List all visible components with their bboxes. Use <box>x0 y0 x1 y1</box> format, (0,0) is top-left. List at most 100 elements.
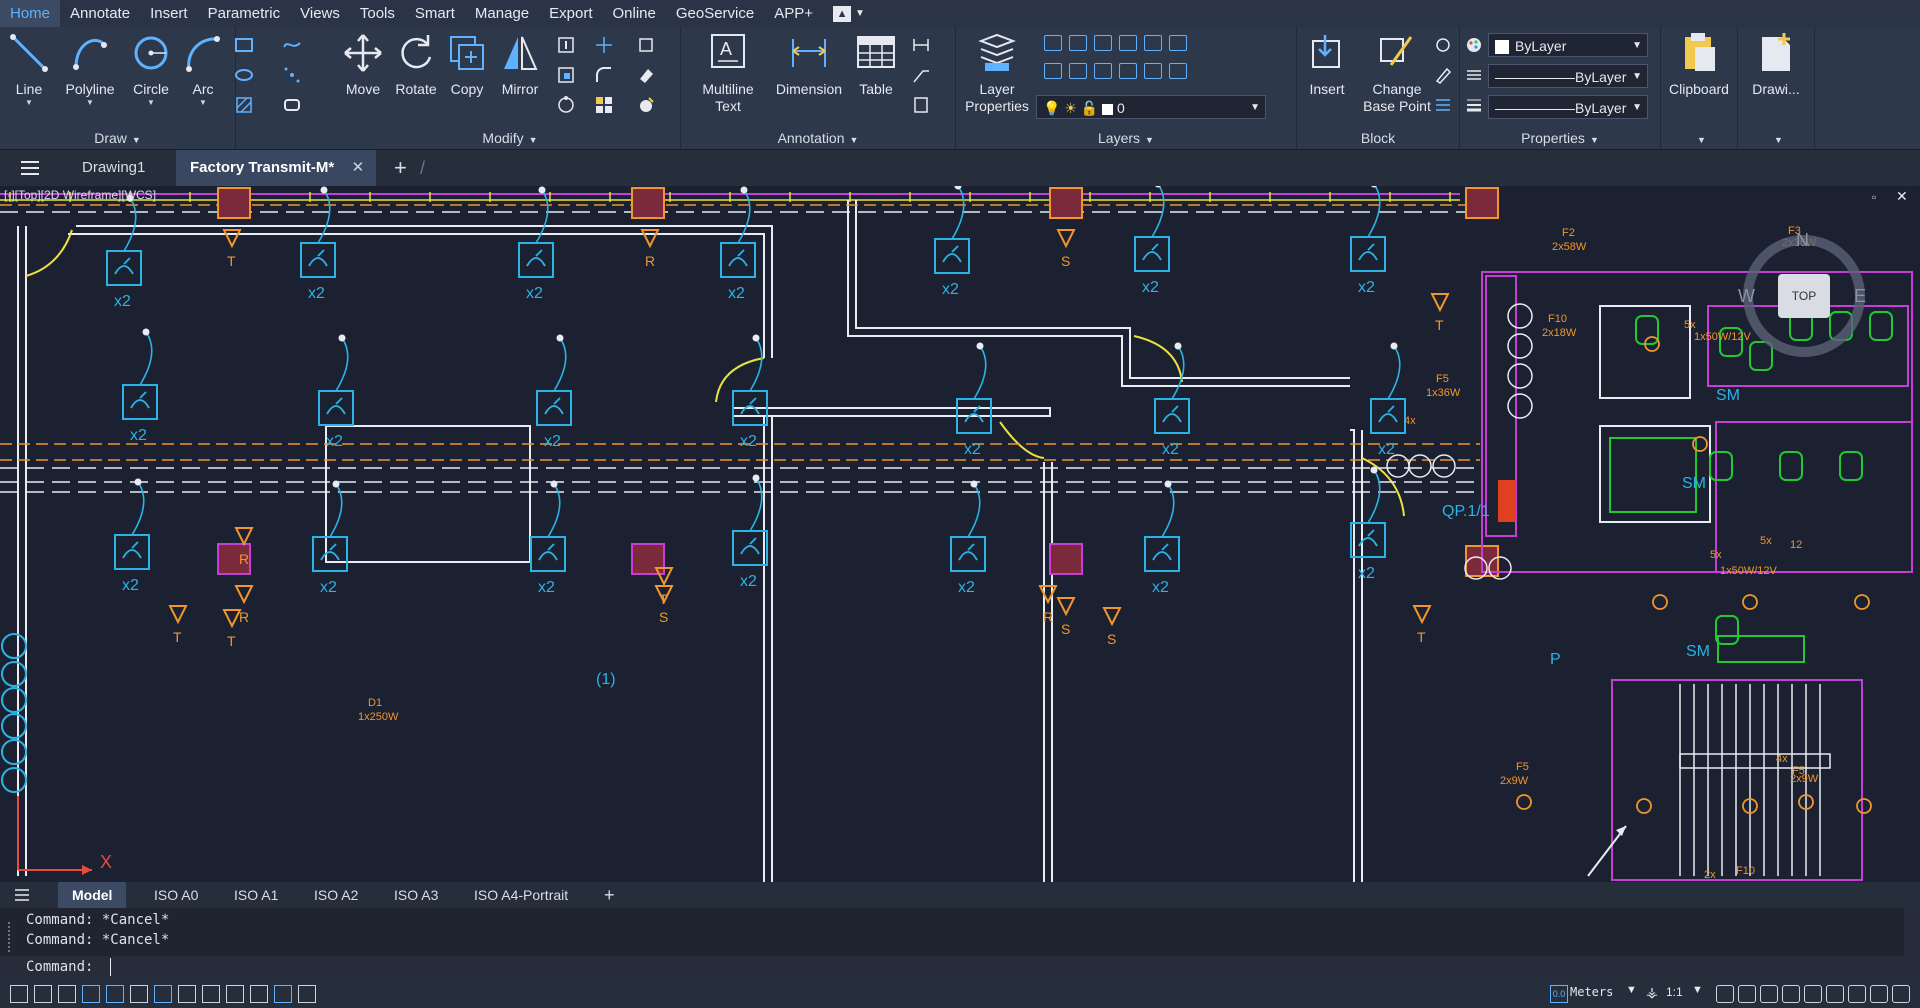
customize-icon[interactable] <box>1892 985 1910 1003</box>
color-wheel-icon[interactable] <box>1464 35 1484 55</box>
layer-isolate-icon[interactable] <box>1069 35 1087 51</box>
osnap-tracking-icon[interactable] <box>130 985 148 1003</box>
rectangle-icon[interactable] <box>234 35 254 55</box>
tab-parametric[interactable]: Parametric <box>198 0 291 27</box>
tab-geoservice[interactable]: GeoService <box>666 0 764 27</box>
tab-annotate[interactable]: Annotate <box>60 0 140 27</box>
erase-icon[interactable] <box>636 65 656 85</box>
leader-icon[interactable] <box>911 65 931 85</box>
scale-chevron-icon[interactable]: ▼ <box>1692 984 1703 996</box>
fullscreen-icon[interactable] <box>1870 985 1888 1003</box>
command-line-grip[interactable] <box>8 922 16 952</box>
linear-dimension-icon[interactable] <box>911 35 931 55</box>
color-dropdown[interactable]: ByLayer ▼ <box>1488 33 1648 57</box>
layer-properties-button[interactable]: Layer Properties <box>960 31 1034 115</box>
viewcube-west[interactable]: W <box>1738 286 1755 307</box>
edit-block-icon[interactable] <box>1433 65 1453 85</box>
layout-tab-model[interactable]: Model <box>58 882 127 908</box>
properties-panel-title[interactable]: Properties ▼ <box>1460 127 1660 149</box>
annotation-panel-title[interactable]: Annotation ▼ <box>681 127 955 149</box>
viewport-restore-icon[interactable]: ▫ <box>1872 190 1876 204</box>
layout-tab-iso-a0[interactable]: ISO A0 <box>140 882 212 908</box>
tab-manage[interactable]: Manage <box>465 0 539 27</box>
spline-icon[interactable] <box>282 35 302 55</box>
hamburger-menu-icon[interactable] <box>20 159 40 177</box>
mirror-tool-button[interactable]: Mirror <box>494 31 546 98</box>
auto-scale-icon[interactable] <box>1738 985 1756 1003</box>
multiline-text-button[interactable]: A Multiline Text <box>693 31 763 115</box>
annotation-visibility-icon[interactable] <box>1716 985 1734 1003</box>
copy-tool-button[interactable]: Copy <box>444 31 490 98</box>
scale-icon[interactable] <box>556 65 576 85</box>
drawing-expand[interactable]: ▼ <box>1738 127 1814 149</box>
isometric-icon[interactable] <box>298 985 316 1003</box>
quick-properties-icon[interactable] <box>202 985 220 1003</box>
doc-tab-factory[interactable]: Factory Transmit-M* ✕ <box>176 150 377 186</box>
tab-tools[interactable]: Tools <box>350 0 405 27</box>
new-drawing-button[interactable]: Drawi... <box>1742 31 1810 98</box>
clipboard-expand[interactable]: ▼ <box>1661 127 1737 149</box>
lock-ui-icon[interactable] <box>1782 985 1800 1003</box>
lineweight-display-icon[interactable] <box>154 985 172 1003</box>
tab-online[interactable]: Online <box>603 0 666 27</box>
clean-screen-icon[interactable] <box>1848 985 1866 1003</box>
new-tab-button[interactable]: + <box>380 150 421 186</box>
units-chevron-icon[interactable]: ▼ <box>1626 984 1637 996</box>
doc-tab-drawing1[interactable]: Drawing1 <box>68 150 159 186</box>
block-attributes-icon[interactable] <box>1433 95 1453 115</box>
polyline-tool-button[interactable]: Polyline ▼ <box>62 31 118 107</box>
selection-cycling-icon[interactable] <box>226 985 244 1003</box>
viewcube-east[interactable]: E <box>1854 286 1866 307</box>
layer-merge-icon[interactable] <box>1169 63 1187 79</box>
array-icon[interactable] <box>556 95 576 115</box>
layout-tab-iso-a3[interactable]: ISO A3 <box>380 882 452 908</box>
create-block-icon[interactable] <box>1433 35 1453 55</box>
circle-tool-button[interactable]: Circle ▼ <box>126 31 176 107</box>
insert-block-button[interactable]: Insert <box>1301 31 1353 98</box>
ribbon-state-icon[interactable]: ▲ <box>833 5 852 22</box>
arc-tool-button[interactable]: Arc ▼ <box>180 31 226 107</box>
layer-unisolate-icon[interactable] <box>1069 63 1087 79</box>
hardware-acceleration-icon[interactable] <box>1826 985 1844 1003</box>
viewcube-north[interactable]: N <box>1796 230 1809 251</box>
layers-panel-title[interactable]: Layers ▼ <box>956 127 1296 149</box>
close-tab-icon[interactable]: ✕ <box>352 150 365 186</box>
add-layout-button[interactable]: + <box>590 882 629 908</box>
polar-icon[interactable] <box>82 985 100 1003</box>
layer-previous-icon[interactable] <box>1044 63 1062 79</box>
offset-icon[interactable] <box>636 35 656 55</box>
isolate-objects-icon[interactable] <box>1804 985 1822 1003</box>
line-tool-button[interactable]: Line ▼ <box>6 31 52 107</box>
clipboard-button[interactable]: Clipboard <box>1665 31 1733 98</box>
layer-lock-icon[interactable] <box>1119 35 1137 51</box>
layer-walk-icon[interactable] <box>1144 63 1162 79</box>
change-base-point-button[interactable]: Change Base Point <box>1355 31 1439 115</box>
tab-views[interactable]: Views <box>290 0 350 27</box>
linetype-icon[interactable] <box>1464 65 1484 85</box>
transparency-icon[interactable] <box>178 985 196 1003</box>
object-snap-icon[interactable] <box>106 985 124 1003</box>
dimension-button[interactable]: Dimension <box>771 31 847 98</box>
ellipse-icon[interactable] <box>234 65 254 85</box>
dynamic-ucs-icon[interactable] <box>250 985 268 1003</box>
ribbon-state-dropdown-icon[interactable]: ▼ <box>855 8 865 19</box>
layout-tab-iso-a4-portrait[interactable]: ISO A4-Portrait <box>460 882 582 908</box>
viewcube-top-face[interactable]: TOP <box>1778 274 1830 318</box>
drawing-canvas[interactable]: x2 x2 x2 x2 x2 x2 x2 x2 x2 x2 x2 x2 x2 x2 x2 x2 x2 x2 x2 x2… <box>0 186 1920 882</box>
layer-freeze-icon[interactable] <box>1094 35 1112 51</box>
hatch-icon[interactable] <box>234 95 254 115</box>
layout-tab-iso-a2[interactable]: ISO A2 <box>300 882 372 908</box>
properties-match-icon[interactable] <box>636 95 656 115</box>
move-tool-button[interactable]: Move <box>340 31 386 98</box>
layer-match-icon[interactable] <box>1169 35 1187 51</box>
layer-unlock-icon[interactable] <box>1119 63 1137 79</box>
layer-off-icon[interactable] <box>1044 35 1062 51</box>
dynamic-input-icon[interactable] <box>274 985 292 1003</box>
tab-home[interactable]: Home <box>0 0 61 27</box>
linetype-dropdown[interactable]: ByLayer ▼ <box>1488 64 1648 88</box>
tab-app-plus[interactable]: APP+ <box>764 0 823 27</box>
stretch-icon[interactable] <box>556 35 576 55</box>
layout-tab-iso-a1[interactable]: ISO A1 <box>220 882 292 908</box>
viewport-controls-label[interactable]: [-][Top][2D Wireframe][WCS] <box>4 188 156 202</box>
grid-icon[interactable] <box>10 985 28 1003</box>
